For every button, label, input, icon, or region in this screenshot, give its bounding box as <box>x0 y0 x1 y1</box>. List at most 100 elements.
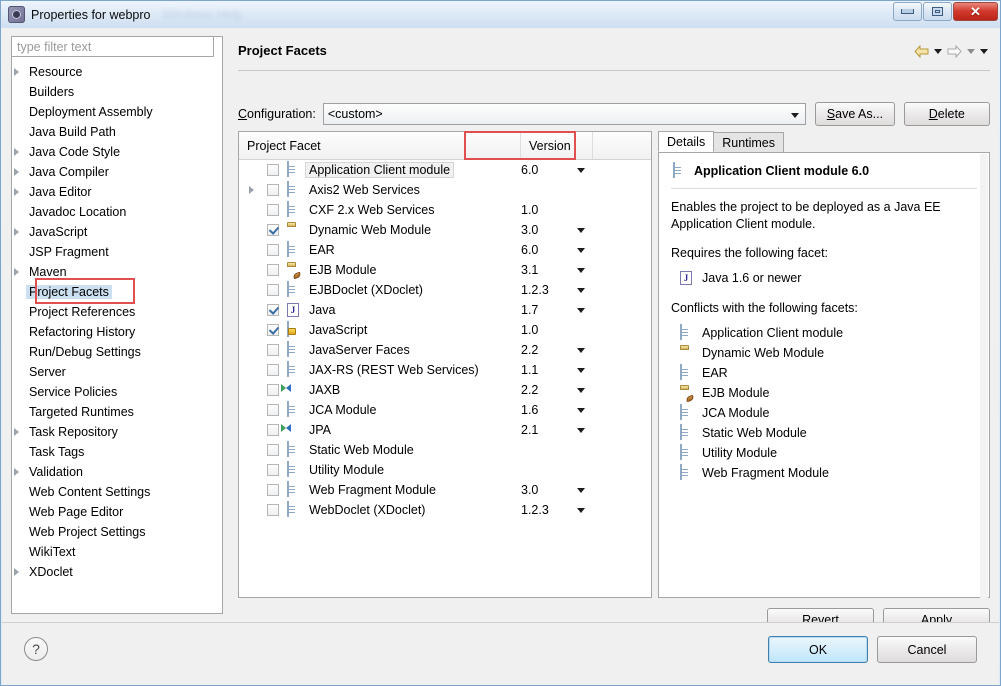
sidebar-item-web-project-settings[interactable]: Web Project Settings <box>12 522 212 542</box>
project-facet-table[interactable]: Project Facet Version Application Client… <box>238 131 652 598</box>
details-tabs[interactable]: Details Runtimes <box>658 131 990 152</box>
version-chevron-down-icon[interactable] <box>577 388 585 393</box>
version-chevron-down-icon[interactable] <box>577 508 585 513</box>
version-chevron-down-icon[interactable] <box>577 268 585 273</box>
sidebar-item-jsp-fragment[interactable]: JSP Fragment <box>12 242 212 262</box>
expand-chevron-right-icon[interactable] <box>249 186 254 194</box>
save-as-button[interactable]: Save As... <box>815 102 895 126</box>
facet-row[interactable]: Web Fragment Module 3.0 <box>239 480 651 500</box>
facet-checkbox[interactable] <box>267 404 279 416</box>
sidebar-item-refactoring-history[interactable]: Refactoring History <box>12 322 212 342</box>
sidebar-item-java-editor[interactable]: Java Editor <box>12 182 212 202</box>
expand-chevron-right-icon[interactable] <box>14 268 19 276</box>
facet-checkbox[interactable] <box>267 384 279 396</box>
facet-row[interactable]: EJBDoclet (XDoclet) 1.2.3 <box>239 280 651 300</box>
facet-checkbox[interactable] <box>267 204 279 216</box>
expand-chevron-right-icon[interactable] <box>14 568 19 576</box>
sidebar-item-run-debug-settings[interactable]: Run/Debug Settings <box>12 342 212 362</box>
help-button[interactable]: ? <box>24 637 48 661</box>
facet-row[interactable]: Utility Module <box>239 460 651 480</box>
facet-checkbox[interactable] <box>267 344 279 356</box>
sidebar-item-javadoc-location[interactable]: Javadoc Location <box>12 202 212 222</box>
facet-checkbox[interactable] <box>267 264 279 276</box>
sidebar-item-builders[interactable]: Builders <box>12 82 212 102</box>
version-chevron-down-icon[interactable] <box>577 288 585 293</box>
facet-row[interactable]: JAXB 2.2 <box>239 380 651 400</box>
history-menu-chevron-down-icon[interactable] <box>980 49 988 54</box>
facet-row[interactable]: Axis2 Web Services <box>239 180 651 200</box>
column-header-project-facet[interactable]: Project Facet <box>239 132 521 159</box>
facet-row[interactable]: JavaServer Faces 2.2 <box>239 340 651 360</box>
sidebar-item-server[interactable]: Server <box>12 362 212 382</box>
facet-checkbox[interactable] <box>267 364 279 376</box>
expand-chevron-right-icon[interactable] <box>14 148 19 156</box>
expand-chevron-right-icon[interactable] <box>14 68 19 76</box>
facet-checkbox[interactable] <box>267 164 279 176</box>
expand-chevron-right-icon[interactable] <box>14 188 19 196</box>
filter-input[interactable]: type filter text <box>11 36 214 57</box>
facet-row[interactable]: Application Client module 6.0 <box>239 160 651 180</box>
sidebar-item-web-page-editor[interactable]: Web Page Editor <box>12 502 212 522</box>
cancel-button[interactable]: Cancel <box>877 636 977 663</box>
details-scrollbar[interactable] <box>980 154 988 598</box>
tab-details[interactable]: Details <box>658 131 715 152</box>
facet-row[interactable]: JAX-RS (REST Web Services) 1.1 <box>239 360 651 380</box>
column-header-version[interactable]: Version <box>521 132 593 159</box>
configuration-chevron-down-icon[interactable] <box>791 113 800 118</box>
expand-chevron-right-icon[interactable] <box>14 428 19 436</box>
facet-row[interactable]: Dynamic Web Module 3.0 <box>239 220 651 240</box>
sidebar-item-javascript[interactable]: JavaScript <box>12 222 212 242</box>
facet-row[interactable]: EJB Module 3.1 <box>239 260 651 280</box>
tab-runtimes[interactable]: Runtimes <box>713 132 785 152</box>
version-chevron-down-icon[interactable] <box>577 408 585 413</box>
sidebar-item-service-policies[interactable]: Service Policies <box>12 382 212 402</box>
settings-tree[interactable]: Resource Builders Deployment Assembly Java … <box>12 62 212 602</box>
sidebar-item-java-build-path[interactable]: Java Build Path <box>12 122 212 142</box>
back-arrow-icon[interactable] <box>914 45 929 58</box>
sidebar-item-project-facets[interactable]: Project Facets <box>12 282 212 302</box>
sidebar-item-maven[interactable]: Maven <box>12 262 212 282</box>
back-history-chevron-down-icon[interactable] <box>934 49 942 54</box>
version-chevron-down-icon[interactable] <box>577 488 585 493</box>
version-chevron-down-icon[interactable] <box>577 348 585 353</box>
sidebar-item-validation[interactable]: Validation <box>12 462 212 482</box>
sidebar-item-web-content-settings[interactable]: Web Content Settings <box>12 482 212 502</box>
sidebar-item-java-compiler[interactable]: Java Compiler <box>12 162 212 182</box>
facet-checkbox[interactable] <box>267 244 279 256</box>
sidebar-item-task-repository[interactable]: Task Repository <box>12 422 212 442</box>
sidebar-item-resource[interactable]: Resource <box>12 62 212 82</box>
facet-row[interactable]: JavaScript 1.0 <box>239 320 651 340</box>
facet-checkbox[interactable] <box>267 324 279 336</box>
facet-row[interactable]: WebDoclet (XDoclet) 1.2.3 <box>239 500 651 520</box>
sidebar-item-wikitext[interactable]: WikiText <box>12 542 212 562</box>
facet-checkbox[interactable] <box>267 484 279 496</box>
delete-button[interactable]: Delete <box>903 102 990 126</box>
ok-button[interactable]: OK <box>768 636 868 663</box>
facet-row[interactable]: Static Web Module <box>239 440 651 460</box>
version-chevron-down-icon[interactable] <box>577 168 585 173</box>
column-header-blank[interactable] <box>593 132 651 159</box>
configuration-select[interactable]: <custom> <box>322 103 807 125</box>
sidebar-item-deployment-assembly[interactable]: Deployment Assembly <box>12 102 212 122</box>
facet-row[interactable]: JPA 2.1 <box>239 420 651 440</box>
version-chevron-down-icon[interactable] <box>577 368 585 373</box>
expand-chevron-right-icon[interactable] <box>14 228 19 236</box>
restore-button[interactable] <box>923 2 952 21</box>
sidebar-item-project-references[interactable]: Project References <box>12 302 212 322</box>
sidebar-item-targeted-runtimes[interactable]: Targeted Runtimes <box>12 402 212 422</box>
facet-row[interactable]: EAR 6.0 <box>239 240 651 260</box>
facet-row[interactable]: J Java 1.7 <box>239 300 651 320</box>
facet-checkbox[interactable] <box>267 224 279 236</box>
minimize-button[interactable] <box>893 2 922 21</box>
version-chevron-down-icon[interactable] <box>577 228 585 233</box>
facet-checkbox[interactable] <box>267 284 279 296</box>
expand-chevron-right-icon[interactable] <box>14 468 19 476</box>
sidebar-item-task-tags[interactable]: Task Tags <box>12 442 212 462</box>
sidebar-item-java-code-style[interactable]: Java Code Style <box>12 142 212 162</box>
facet-row[interactable]: JCA Module 1.6 <box>239 400 651 420</box>
facet-checkbox[interactable] <box>267 504 279 516</box>
facet-checkbox[interactable] <box>267 304 279 316</box>
sidebar-item-xdoclet[interactable]: XDoclet <box>12 562 212 582</box>
facet-checkbox[interactable] <box>267 184 279 196</box>
facet-table-rows[interactable]: Application Client module 6.0 Axis2 Web Se… <box>239 160 651 597</box>
